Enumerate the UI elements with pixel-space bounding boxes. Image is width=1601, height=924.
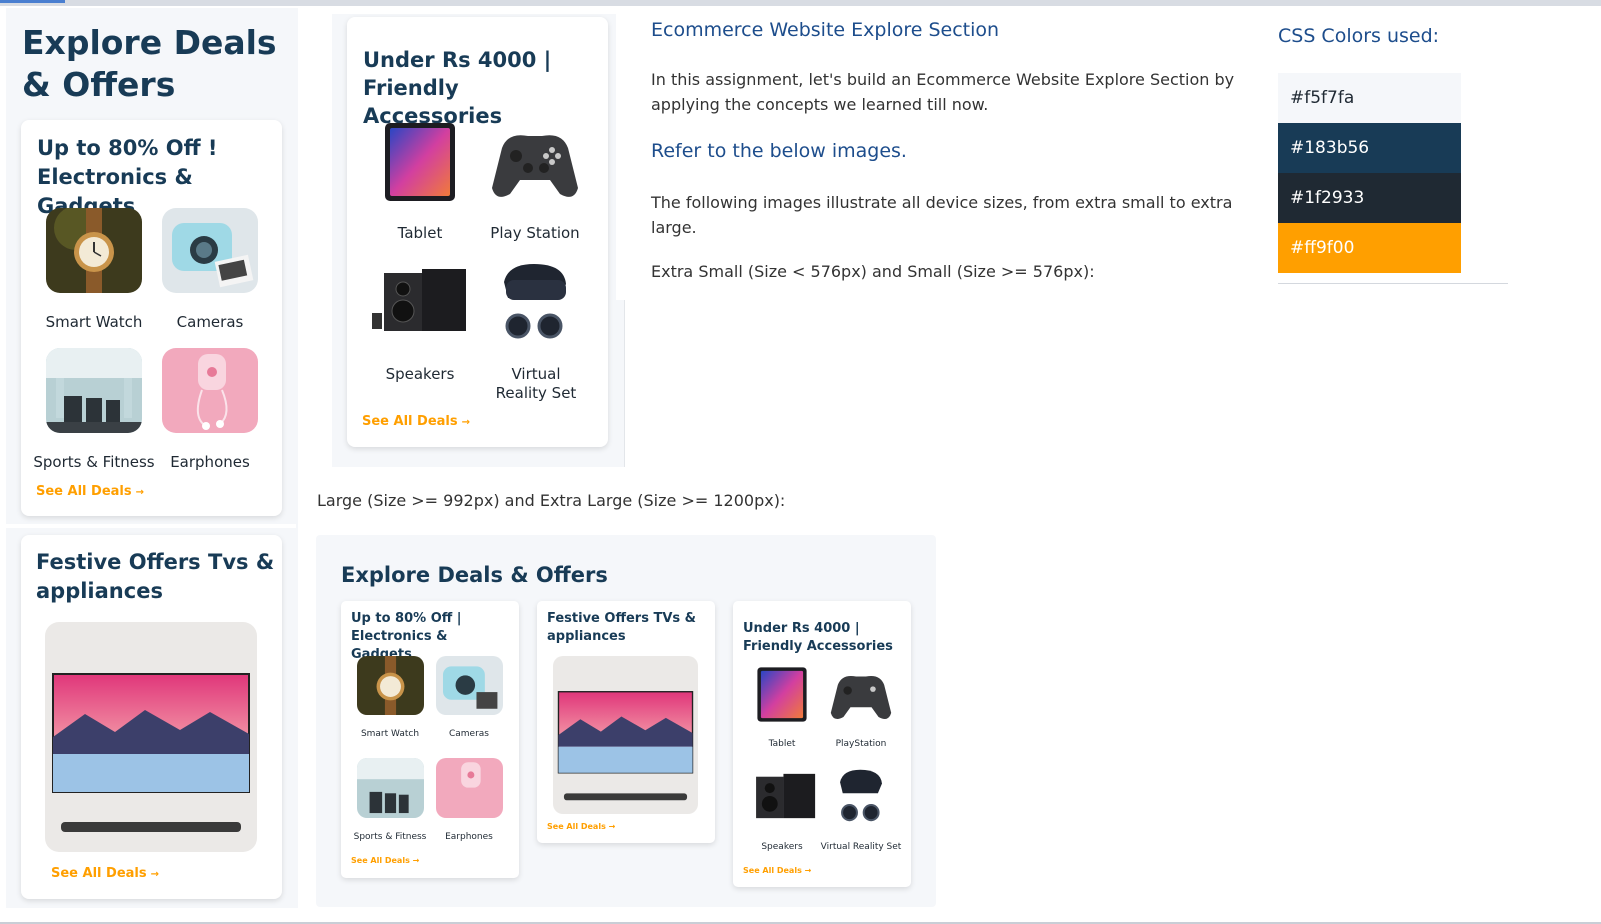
- item-label-vr-set: Virtual Reality Set: [820, 842, 902, 852]
- item-label-tablet: Tablet: [397, 224, 443, 242]
- see-all-deals-link[interactable]: See All Deals →: [362, 414, 470, 429]
- active-tab-indicator: [0, 0, 65, 3]
- color-swatch-ff9f00: #ff9f00: [1278, 223, 1461, 273]
- smart-watch-image: [357, 656, 424, 715]
- arrow-right-icon: →: [150, 869, 159, 880]
- see-all-deals-link[interactable]: See All Deals →: [36, 484, 144, 499]
- gamepad-image: [488, 118, 582, 204]
- television-image: [553, 656, 698, 814]
- item-label-sports-fitness: Sports & Fitness: [353, 832, 427, 842]
- device-sizes-text: The following images illustrate all devi…: [651, 193, 1233, 237]
- preview-divider: [6, 524, 296, 528]
- sports-fitness-image: [46, 348, 142, 433]
- arrow-right-icon: →: [461, 417, 470, 428]
- desktop-page-title: Explore Deals & Offers: [341, 563, 608, 587]
- smart-watch-image: [46, 208, 142, 293]
- speakers-image: [746, 771, 818, 821]
- earphones-image: [162, 348, 258, 433]
- see-all-deals-link[interactable]: See All Deals →: [547, 822, 615, 831]
- desktop-card-festive-title: Festive Offers TVs & appliances: [547, 611, 696, 644]
- camera-image: [436, 656, 503, 715]
- speakers-image: [370, 265, 470, 335]
- item-label-tablet: Tablet: [768, 739, 796, 749]
- item-label-speakers: Speakers: [385, 365, 455, 383]
- gamepad-image: [828, 664, 894, 724]
- see-all-deals-link[interactable]: See All Deals →: [51, 866, 159, 881]
- arrow-right-icon: →: [135, 487, 144, 498]
- item-label-cameras: Cameras: [448, 729, 489, 739]
- item-label-smart-watch: Smart Watch: [360, 729, 420, 739]
- small-size-caption: Extra Small (Size < 576px) and Small (Si…: [651, 262, 1095, 281]
- tablet-image: [756, 666, 808, 723]
- sports-fitness-image: [357, 758, 424, 818]
- earphones-image: [436, 758, 503, 818]
- color-swatch-f5f7fa: #f5f7fa: [1278, 73, 1461, 123]
- arrow-right-icon: →: [412, 856, 420, 865]
- tablet-image: [383, 121, 457, 203]
- television-image: [45, 622, 257, 852]
- small-preview-frame-mask: [616, 14, 626, 300]
- mobile-page-title: Explore Deals & Offers: [22, 23, 277, 104]
- vr-headset-image: [836, 767, 886, 825]
- see-all-deals-label[interactable]: See All Deals: [547, 822, 606, 831]
- color-swatch-1f2933: #1f2933: [1278, 173, 1461, 223]
- item-label-play-station: Play Station: [490, 224, 580, 242]
- color-table-divider: [1278, 283, 1508, 284]
- assignment-intro: In this assignment, let's build an Ecomm…: [651, 70, 1235, 114]
- see-all-deals-link[interactable]: See All Deals →: [351, 856, 419, 865]
- mobile-card-festive-title: Festive Offers Tvs & appliances: [36, 550, 275, 603]
- arrow-right-icon: →: [804, 866, 812, 875]
- item-label-smart-watch: Smart Watch: [45, 313, 143, 331]
- see-all-deals-label[interactable]: See All Deals: [743, 866, 802, 875]
- assignment-heading: Ecommerce Website Explore Section: [651, 19, 1000, 41]
- large-size-caption: Large (Size >= 992px) and Extra Large (S…: [317, 491, 786, 510]
- vr-headset-image: [498, 260, 572, 344]
- colors-heading: CSS Colors used:: [1278, 25, 1440, 47]
- see-all-deals-label[interactable]: See All Deals: [362, 414, 458, 429]
- see-all-deals-label[interactable]: See All Deals: [51, 866, 147, 881]
- item-label-cameras: Cameras: [176, 313, 244, 331]
- see-all-deals-link[interactable]: See All Deals →: [743, 866, 811, 875]
- item-label-vr-set: Virtual Reality Set: [495, 365, 577, 402]
- item-label-playstation: PlayStation: [835, 739, 887, 749]
- see-all-deals-label[interactable]: See All Deals: [36, 484, 132, 499]
- see-all-deals-label[interactable]: See All Deals: [351, 856, 410, 865]
- desktop-card-accessories-title: Under Rs 4000 | Friendly Accessories: [743, 621, 893, 654]
- item-label-earphones: Earphones: [170, 453, 250, 471]
- item-label-earphones: Earphones: [445, 832, 493, 842]
- camera-image: [162, 208, 258, 293]
- browser-tab-strip: [0, 0, 1601, 6]
- item-label-sports-fitness: Sports & Fitness: [33, 453, 155, 471]
- color-swatch-183b56: #183b56: [1278, 123, 1461, 173]
- arrow-right-icon: →: [608, 822, 616, 831]
- refer-heading: Refer to the below images.: [651, 140, 907, 162]
